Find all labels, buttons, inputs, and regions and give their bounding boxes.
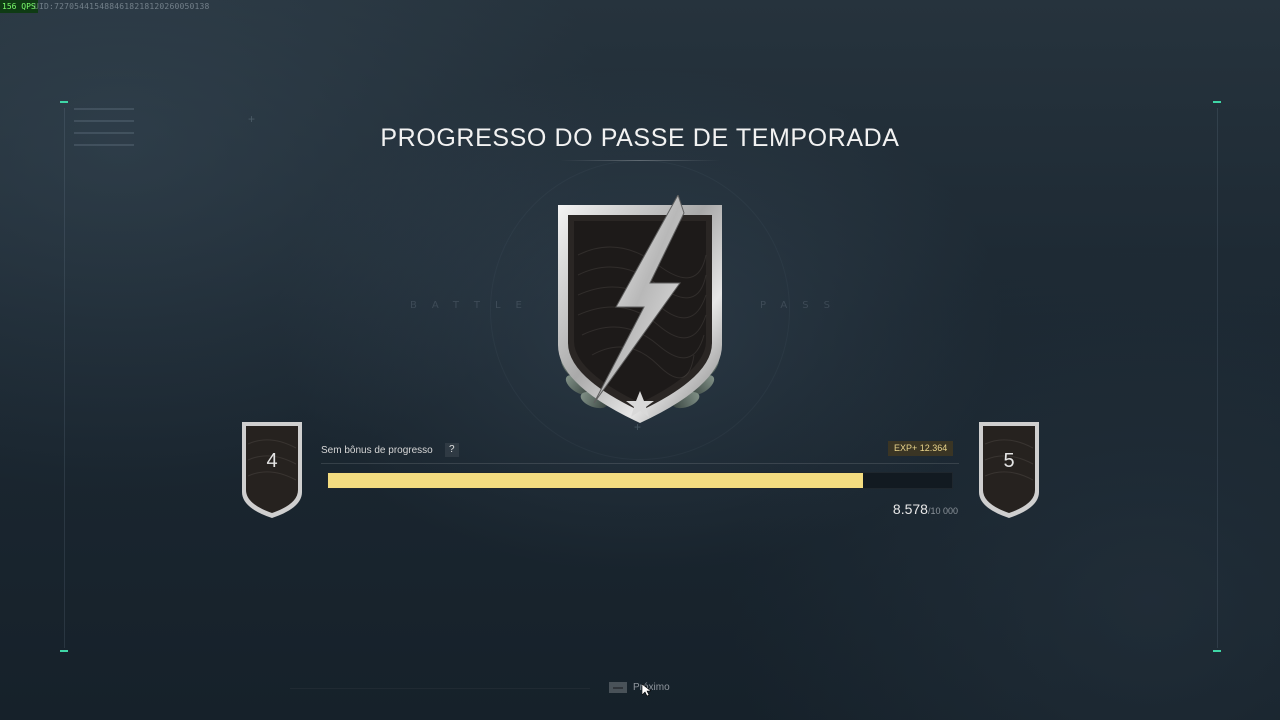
progress-bar — [327, 472, 953, 489]
progress-current: 8.578 — [892, 501, 928, 517]
uid-watermark: UID:7270544154884618218120260050138 — [34, 2, 210, 11]
mouse-cursor-icon — [642, 684, 651, 697]
frame-corner-bottom-right — [1213, 650, 1221, 652]
progress-bar-fill — [328, 473, 864, 488]
progress-bonus-row: Sem bônus de progresso ? — [321, 443, 459, 457]
frame-line-left — [64, 108, 65, 648]
help-icon[interactable]: ? — [444, 443, 459, 457]
footer-divider — [290, 688, 590, 689]
progress-divider — [321, 463, 959, 464]
current-tier-number: 4 — [266, 450, 278, 472]
frame-corner-top-left — [60, 101, 68, 103]
frame-line-right — [1217, 108, 1218, 648]
current-tier-badge: 4 — [240, 420, 304, 520]
lightning-bolt-shield-icon — [548, 193, 732, 435]
progress-bonus-label: Sem bônus de progresso — [321, 444, 433, 456]
next-tier-number: 5 — [1003, 450, 1015, 472]
page-title: PROGRESSO DO PASSE DE TEMPORADA — [380, 124, 900, 152]
next-tier-badge: 5 — [977, 420, 1041, 520]
frame-corner-bottom-left — [60, 650, 68, 652]
progress-value: 8.578/10 000 — [820, 501, 958, 519]
fps-counter: 156 QPS — [0, 0, 38, 13]
frame-corner-top-right — [1213, 101, 1221, 103]
next-button[interactable]: Próximo — [609, 682, 670, 693]
keyboard-key-icon — [609, 682, 627, 693]
exp-gain-badge: EXP+ 12.364 — [888, 441, 954, 456]
progress-max: /10 000 — [927, 506, 958, 516]
next-button-label: Próximo — [633, 682, 670, 693]
